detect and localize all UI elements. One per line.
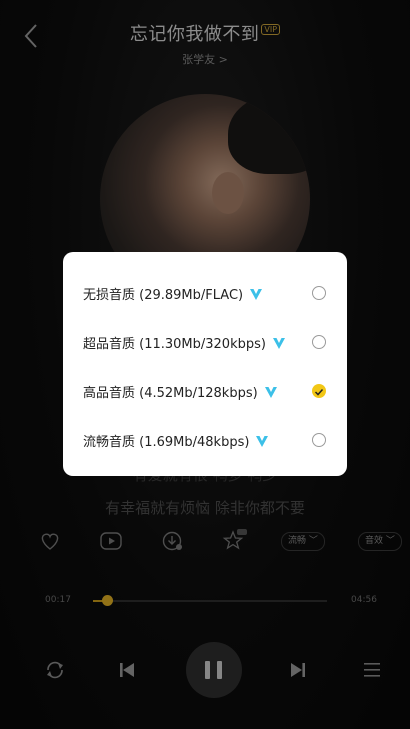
quality-option-lossless[interactable]: 无损音质 (29.89Mb/FLAC)	[63, 269, 347, 318]
vip-v-icon	[272, 338, 285, 349]
check-icon	[314, 388, 324, 396]
quality-option-label: 无损音质 (29.89Mb/FLAC)	[83, 284, 263, 303]
vip-v-icon	[264, 387, 277, 398]
radio-unchecked[interactable]	[312, 286, 326, 300]
quality-option-label: 高品音质 (4.52Mb/128kbps)	[83, 382, 278, 401]
quality-option-label: 流畅音质 (1.69Mb/48kbps)	[83, 431, 269, 450]
radio-unchecked[interactable]	[312, 335, 326, 349]
quality-option-super[interactable]: 超品音质 (11.30Mb/320kbps)	[63, 318, 347, 367]
radio-checked[interactable]	[312, 384, 326, 398]
radio-unchecked[interactable]	[312, 433, 326, 447]
vip-v-icon	[250, 289, 263, 300]
quality-option-high[interactable]: 高品音质 (4.52Mb/128kbps)	[63, 367, 347, 416]
quality-option-smooth[interactable]: 流畅音质 (1.69Mb/48kbps)	[63, 416, 347, 465]
vip-v-icon	[256, 436, 269, 447]
quality-option-label: 超品音质 (11.30Mb/320kbps)	[83, 333, 286, 352]
quality-dialog: 无损音质 (29.89Mb/FLAC) 超品音质 (11.30Mb/320kbp…	[63, 252, 347, 476]
